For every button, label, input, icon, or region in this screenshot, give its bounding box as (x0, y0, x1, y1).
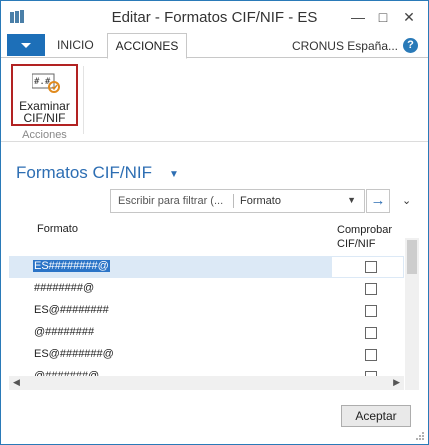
format-cell[interactable]: ES@#######@ (34, 348, 114, 360)
table-row[interactable]: ES########@ (9, 256, 404, 278)
table-row[interactable]: ########@ (9, 278, 404, 300)
column-header-comprobar[interactable]: Comprobar CIF/NIF (337, 223, 392, 251)
comprobar-checkbox[interactable] (365, 327, 377, 339)
title-bar[interactable]: Editar - Formatos CIF/NIF - ES — □ ✕ (1, 1, 428, 33)
tab-inicio[interactable]: INICIO (57, 38, 94, 52)
column-header-comprobar-line2: CIF/NIF (337, 238, 376, 250)
company-selector[interactable]: CRONUS España... (292, 39, 398, 53)
filter-box[interactable]: Escribir para filtrar (... Formato ▼ (110, 189, 365, 213)
filter-divider (233, 194, 234, 208)
table-row[interactable]: @######## (9, 322, 404, 344)
tab-acciones-label: ACCIONES (115, 39, 179, 53)
horizontal-scrollbar[interactable]: ◀ ▶ (9, 376, 404, 390)
group-separator (83, 66, 84, 134)
format-cell[interactable]: ES########@ (33, 260, 110, 272)
scroll-right-icon[interactable]: ▶ (393, 377, 400, 388)
format-cell[interactable]: @######## (34, 326, 94, 338)
validate-format-icon: #.# (32, 73, 60, 93)
comprobar-checkbox[interactable] (365, 283, 377, 295)
ribbon-tab-row: INICIO ACCIONES CRONUS España... ? (1, 33, 428, 59)
page-title[interactable]: Formatos CIF/NIF (16, 163, 152, 183)
application-menu-button[interactable] (7, 34, 45, 56)
filter-input[interactable]: Escribir para filtrar (... (118, 195, 223, 207)
group-label-acciones: Acciones (22, 129, 67, 141)
examinar-cif-nif-label: Examinar CIF/NIF (13, 100, 76, 124)
table-row[interactable]: ES@#######@ (9, 344, 404, 366)
examinar-cif-nif-button[interactable]: #.# Examinar CIF/NIF (11, 64, 78, 126)
resize-grip-icon[interactable] (415, 431, 425, 441)
column-header-formato[interactable]: Formato (37, 223, 78, 235)
scroll-left-icon[interactable]: ◀ (13, 377, 20, 388)
dialog-window: Editar - Formatos CIF/NIF - ES — □ ✕ INI… (0, 0, 429, 445)
button-label-line2: CIF/NIF (23, 111, 66, 125)
column-header-comprobar-line1: Comprobar (337, 224, 393, 236)
chevron-down-icon (21, 43, 31, 48)
table-row[interactable]: @#######@ (9, 366, 404, 376)
comprobar-checkbox[interactable] (365, 261, 377, 273)
apply-filter-arrow-icon[interactable]: → (366, 189, 390, 213)
format-cell[interactable]: ########@ (34, 282, 94, 294)
maximize-icon[interactable]: □ (373, 7, 393, 27)
formats-grid: ES########@ ########@ ES@######## @#####… (9, 256, 404, 376)
format-cell[interactable]: ES@######## (34, 304, 109, 316)
page-title-dropdown-icon[interactable]: ▼ (169, 169, 179, 180)
vertical-scrollbar[interactable] (405, 238, 419, 376)
comprobar-checkbox[interactable] (365, 349, 377, 361)
filter-field-selector[interactable]: Formato (240, 195, 281, 207)
chevron-down-icon[interactable]: ▼ (347, 195, 356, 205)
vertical-scroll-thumb[interactable] (407, 240, 417, 274)
ribbon-panel: #.# Examinar CIF/NIF Acciones (1, 58, 428, 142)
close-icon[interactable]: ✕ (399, 7, 419, 27)
scrollbar-corner (405, 376, 419, 390)
expand-filter-chevron-icon[interactable]: ⌄ (402, 194, 411, 207)
table-row[interactable]: ES@######## (9, 300, 404, 322)
help-icon[interactable]: ? (403, 38, 418, 53)
aceptar-button[interactable]: Aceptar (341, 405, 411, 427)
tab-acciones[interactable]: ACCIONES (107, 33, 187, 59)
comprobar-checkbox[interactable] (365, 305, 377, 317)
minimize-icon[interactable]: — (348, 7, 368, 27)
